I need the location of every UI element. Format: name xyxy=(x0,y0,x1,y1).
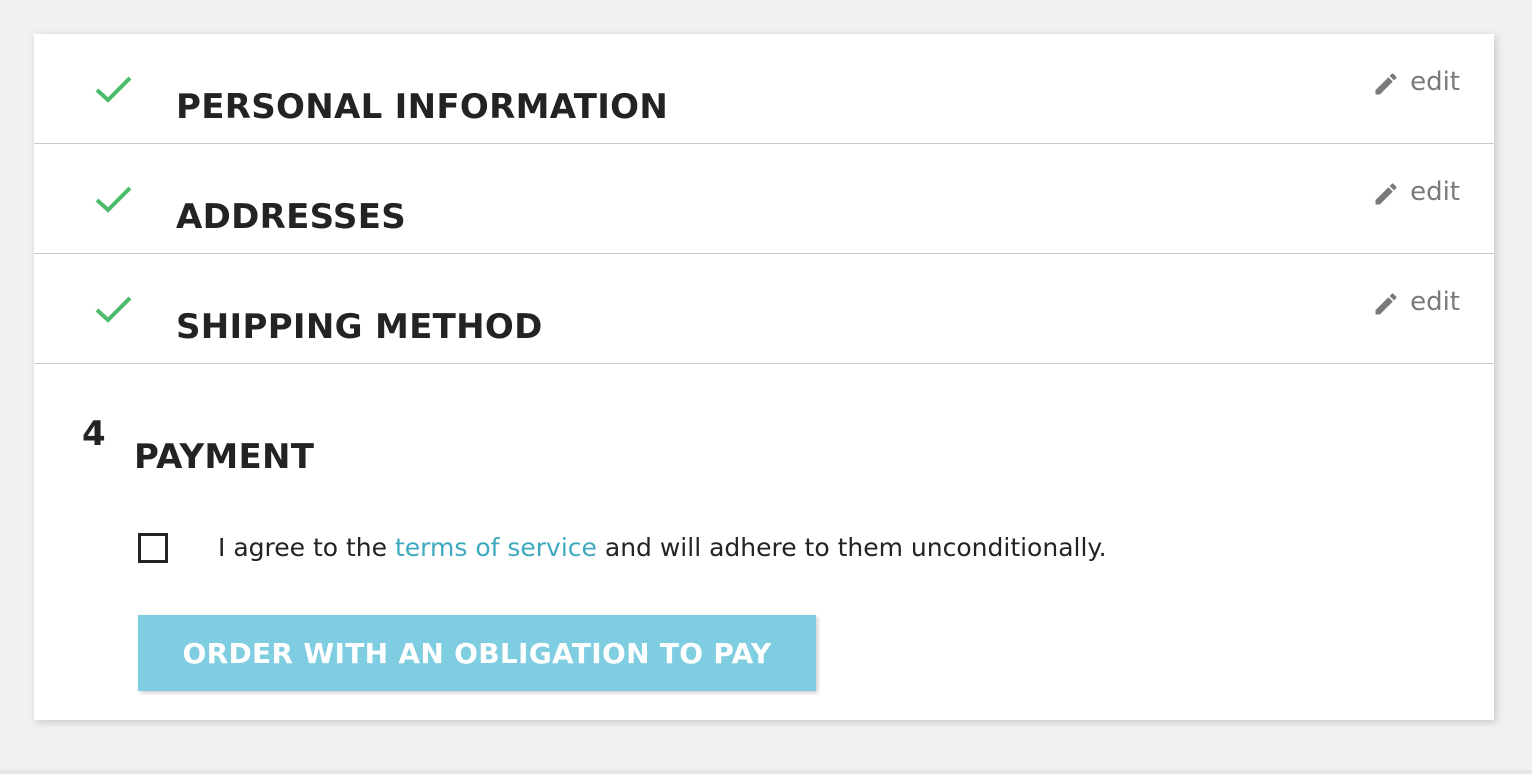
pencil-icon xyxy=(1375,293,1397,315)
step-payment: 4 PAYMENT I agree to the terms of servic… xyxy=(34,364,1494,720)
step-shipping-method[interactable]: SHIPPING METHOD edit xyxy=(34,254,1494,364)
step-personal-information[interactable]: PERSONAL INFORMATION edit xyxy=(34,34,1494,144)
pencil-icon xyxy=(1375,183,1397,205)
step-number: 4 xyxy=(82,414,106,454)
terms-of-service-link[interactable]: terms of service xyxy=(395,533,597,562)
order-button[interactable]: ORDER WITH AN OBLIGATION TO PAY xyxy=(138,615,816,691)
check-icon xyxy=(95,76,132,103)
terms-checkbox[interactable] xyxy=(138,533,168,563)
step-title: PAYMENT xyxy=(134,436,315,477)
edit-label: edit xyxy=(1410,177,1460,207)
check-icon xyxy=(95,186,132,213)
check-icon xyxy=(95,296,132,323)
terms-agreement: I agree to the terms of service and will… xyxy=(138,532,1107,564)
edit-link[interactable]: edit xyxy=(1372,66,1460,98)
step-title: SHIPPING METHOD xyxy=(176,306,543,347)
step-title: PERSONAL INFORMATION xyxy=(176,86,669,127)
step-title: ADDRESSES xyxy=(176,196,407,237)
terms-text-before: I agree to the xyxy=(218,533,395,562)
page-footer-strip xyxy=(0,770,1532,774)
step-addresses[interactable]: ADDRESSES edit xyxy=(34,144,1494,254)
edit-link[interactable]: edit xyxy=(1372,176,1460,208)
checkout-panel: PERSONAL INFORMATION edit ADDRESSES edit… xyxy=(34,34,1494,720)
pencil-icon xyxy=(1375,73,1397,95)
terms-text-after: and will adhere to them unconditionally. xyxy=(596,533,1107,562)
edit-link[interactable]: edit xyxy=(1372,286,1460,318)
edit-label: edit xyxy=(1410,287,1460,317)
terms-text: I agree to the terms of service and will… xyxy=(218,532,1107,564)
edit-label: edit xyxy=(1410,67,1460,97)
